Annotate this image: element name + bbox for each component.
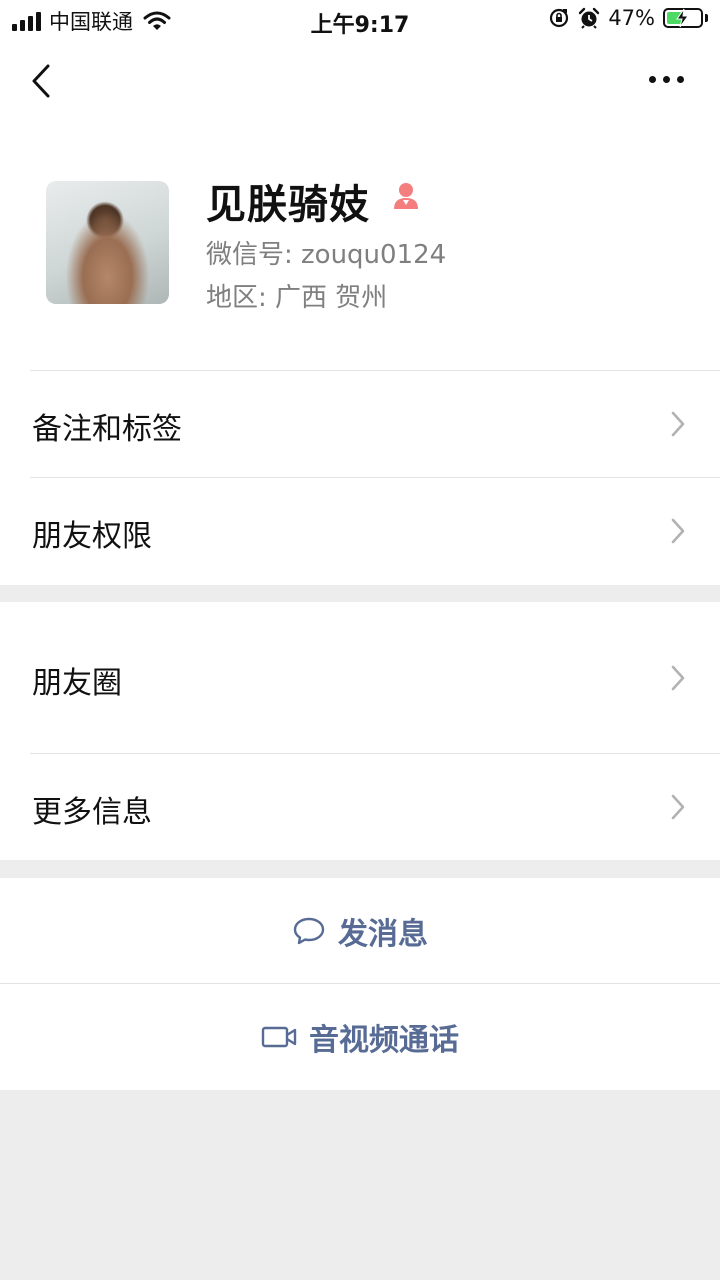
wechat-id[interactable]: 微信号: zouqu0124: [206, 234, 446, 271]
alarm-icon: [579, 7, 600, 29]
chevron-right-icon: [671, 794, 685, 820]
menu-item-label: 朋友权限: [32, 519, 152, 554]
chevron-right-icon: [671, 518, 685, 544]
orientation-lock-icon: [550, 8, 569, 28]
menu-item-moments[interactable]: 朋友圈: [0, 602, 720, 753]
video-call-button[interactable]: 音视频通话: [0, 984, 720, 1090]
chevron-right-icon: [671, 665, 685, 691]
profile-name: 见朕骑妓: [206, 182, 370, 228]
more-dots-icon[interactable]: [649, 76, 684, 83]
region: 地区: 广西 贺州: [206, 283, 388, 313]
battery-percent: 47%: [608, 6, 655, 30]
chevron-right-icon: [671, 411, 685, 437]
chat-bubble-icon: [293, 917, 325, 944]
send-message-label: 发消息: [338, 916, 428, 952]
status-bar: 中国联通 上午9:17 47%: [0, 0, 720, 40]
menu-item-label: 备注和标签: [32, 412, 182, 447]
send-message-button[interactable]: 发消息: [0, 878, 720, 983]
charging-bolt-icon: [676, 8, 689, 28]
battery-cap: [705, 14, 708, 22]
menu-item-remarks-tags[interactable]: 备注和标签: [0, 371, 720, 477]
video-call-label: 音视频通话: [309, 1023, 459, 1058]
avatar[interactable]: [46, 181, 169, 304]
female-icon: [394, 183, 418, 209]
video-camera-icon: [261, 1026, 297, 1048]
back-chevron-icon[interactable]: [28, 62, 56, 100]
menu-item-more-info[interactable]: 更多信息: [0, 754, 720, 860]
menu-item-label: 朋友圈: [32, 666, 122, 701]
battery-charging-icon: [663, 8, 703, 28]
menu-item-friend-permissions[interactable]: 朋友权限: [0, 478, 720, 585]
menu-item-label: 更多信息: [32, 795, 152, 830]
